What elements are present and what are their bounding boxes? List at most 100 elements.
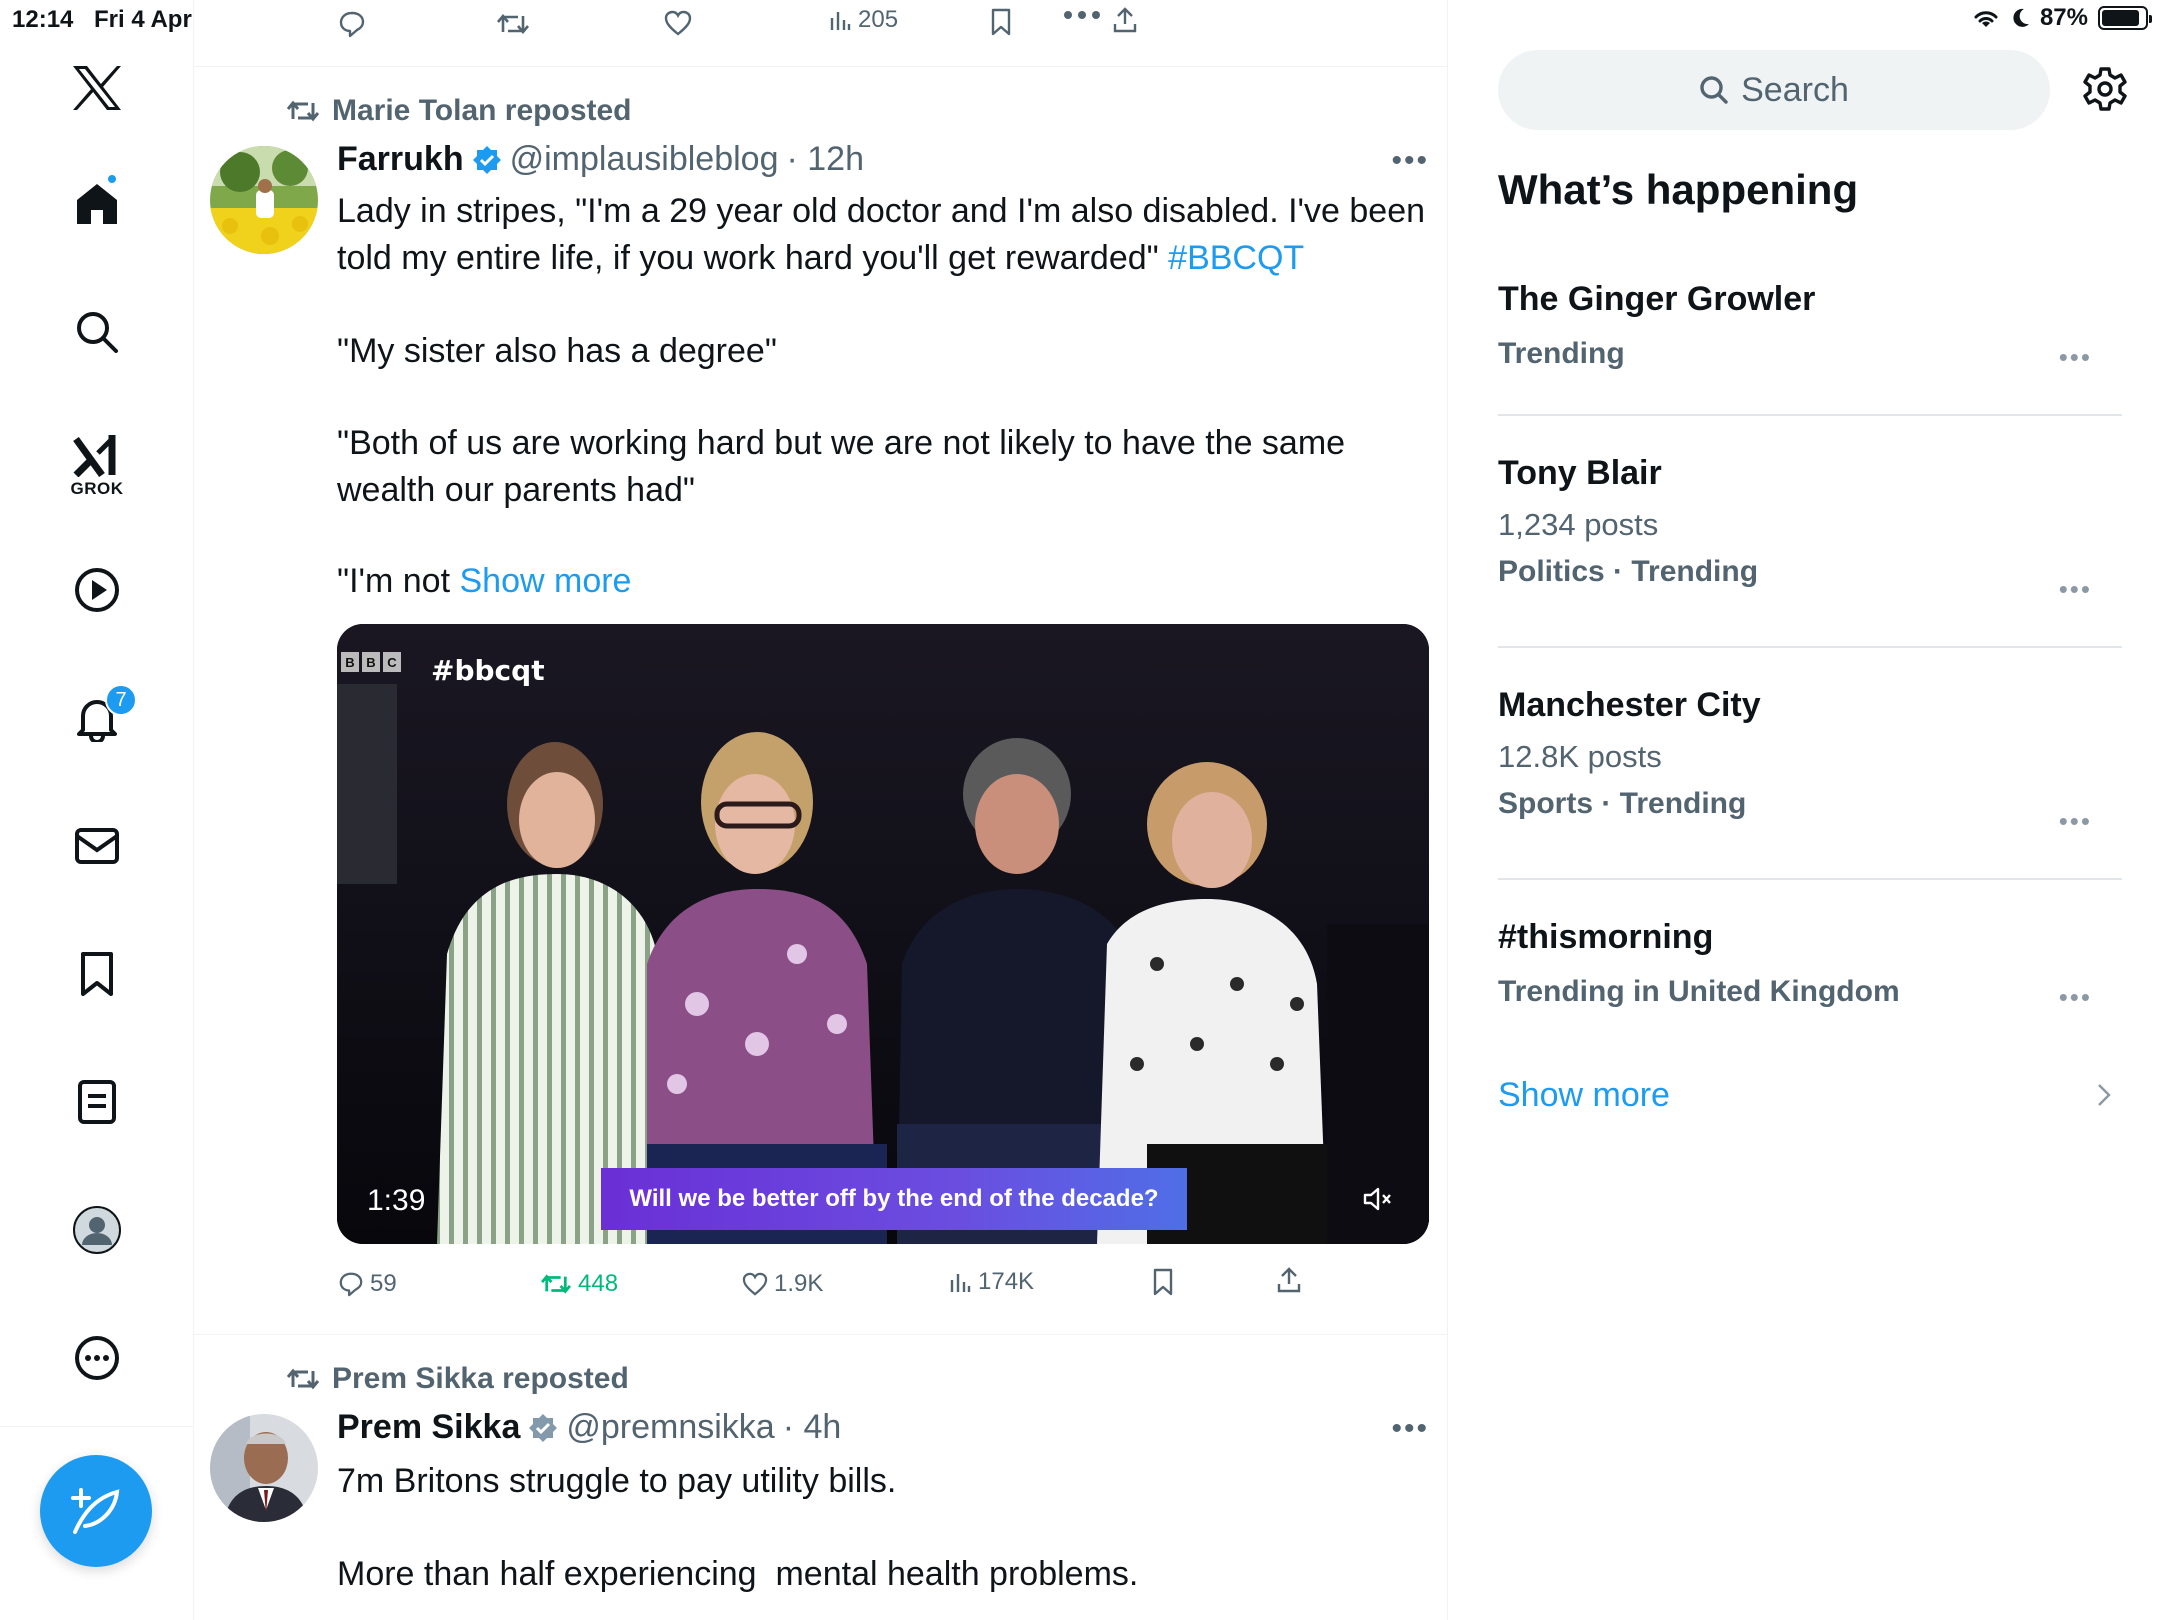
compose-post-button[interactable]: [40, 1455, 152, 1567]
video-frame: [337, 624, 1429, 1244]
timeline-feed: 205 Marie Tolan reposted Farrukh @implau…: [194, 0, 1448, 1620]
bookmark-icon: [991, 8, 1011, 36]
grok-label: GROK: [70, 479, 124, 498]
trends-show-more-link[interactable]: Show more: [1498, 1076, 1670, 1115]
bookmark-button[interactable]: [1152, 1268, 1174, 1296]
trend-meta: Sports · Trending: [1498, 787, 1747, 820]
prev-bookmark-button[interactable]: [990, 8, 1012, 36]
avatar[interactable]: [210, 146, 318, 254]
prev-like-button[interactable]: [664, 10, 692, 36]
trend-more-icon[interactable]: •••: [2059, 342, 2092, 373]
author-handle[interactable]: @premnsikka: [566, 1408, 774, 1447]
trend-item[interactable]: The Ginger Growler Trending •••: [1498, 280, 2122, 373]
bbc-logo: B B C: [341, 652, 401, 672]
tweet-more-icon[interactable]: •••: [1391, 144, 1429, 178]
trend-divider: [1498, 646, 2122, 648]
mute-icon[interactable]: [1363, 1186, 1393, 1212]
bookmarks-icon[interactable]: [65, 942, 129, 1006]
trend-name: Tony Blair: [1498, 454, 1662, 492]
share-icon: [1113, 7, 1137, 33]
prev-share-button[interactable]: [1112, 6, 1138, 34]
moon-icon: [2013, 8, 2029, 27]
repost-by-label: Marie Tolan reposted: [332, 94, 632, 127]
hashtag-link[interactable]: #BBCQT: [1168, 239, 1304, 277]
tweet-divider: [194, 66, 1448, 67]
reply-button[interactable]: 59: [338, 1270, 397, 1298]
more-dots-icon: [1064, 11, 1100, 19]
views-button[interactable]: 174K: [948, 1268, 1034, 1296]
grok-icon[interactable]: [65, 422, 129, 486]
author-name[interactable]: Prem Sikka: [337, 1408, 520, 1447]
repost-icon: [286, 100, 320, 122]
video-duration: 1:39: [367, 1184, 426, 1217]
like-button[interactable]: 1.9K: [742, 1270, 823, 1298]
search-input[interactable]: Search: [1498, 50, 2050, 130]
status-indicators: 87%: [1972, 4, 2152, 32]
more-options-icon[interactable]: [65, 1326, 129, 1390]
trend-meta: Trending in United Kingdom: [1498, 975, 1900, 1008]
home-unread-dot: [106, 173, 118, 185]
repost-indicator: Prem Sikka reposted: [286, 1362, 629, 1396]
messages-envelope-icon[interactable]: [65, 814, 129, 878]
tweet-text-para3: "Both of us are working hard but we are …: [337, 424, 1355, 509]
trend-more-icon[interactable]: •••: [2059, 982, 2092, 1013]
prev-views-count: 205: [858, 6, 899, 33]
repost-count: 448: [578, 1270, 619, 1297]
video-player[interactable]: B B C #bbcqt 1:39 Will we be better off …: [337, 624, 1429, 1244]
tweet-text-part4: "I'm not: [337, 562, 460, 600]
repost-icon: [286, 1368, 320, 1390]
trend-name: Manchester City: [1498, 686, 1761, 724]
profile-avatar-icon[interactable]: [65, 1198, 129, 1262]
repost-icon: [541, 1274, 571, 1294]
tweet-timestamp[interactable]: · 4h: [783, 1408, 842, 1447]
prev-reply-button[interactable]: [338, 10, 366, 38]
trend-item[interactable]: Manchester City 12.8K posts Sports · Tre…: [1498, 686, 2122, 836]
search-icon[interactable]: [65, 300, 129, 364]
heart-icon: [742, 1272, 768, 1296]
prev-views[interactable]: 205: [828, 6, 898, 34]
wifi-icon: [1974, 11, 1998, 27]
author-handle[interactable]: @implausibleblog: [510, 140, 779, 179]
trend-item[interactable]: #thismorning Trending in United Kingdom …: [1498, 918, 2122, 1012]
notifications-bell-icon[interactable]: 7: [65, 684, 137, 750]
author-name[interactable]: Farrukh: [337, 140, 464, 179]
prev-more-button[interactable]: [1062, 8, 1102, 22]
trend-more-icon[interactable]: •••: [2059, 574, 2092, 605]
repost-by-label: Prem Sikka reposted: [332, 1362, 629, 1395]
home-icon[interactable]: [65, 172, 129, 236]
trend-posts: 1,234 posts: [1498, 507, 1659, 542]
trend-divider: [1498, 414, 2122, 416]
tweet-timestamp[interactable]: · 12h: [786, 140, 864, 179]
views-count: 174K: [978, 1268, 1035, 1295]
tweet-header: Prem Sikka @premnsikka · 4h: [337, 1408, 841, 1447]
video-hashtag: #bbcqt: [431, 654, 545, 687]
repost-button[interactable]: 448: [540, 1270, 618, 1298]
trend-more-icon[interactable]: •••: [2059, 806, 2092, 837]
prev-repost-button[interactable]: [496, 10, 530, 38]
search-icon: [1700, 76, 1728, 104]
avatar[interactable]: [210, 1414, 318, 1522]
tweet-text-para2: "My sister also has a degree": [337, 332, 777, 370]
trend-meta: Politics · Trending: [1498, 555, 1759, 588]
compose-feather-icon: [71, 1488, 120, 1534]
video-play-icon[interactable]: [65, 558, 129, 622]
share-icon: [1277, 1267, 1301, 1293]
bookmark-icon: [1153, 1268, 1173, 1296]
verified-badge-icon: [472, 145, 501, 174]
left-nav: GROK 7: [0, 0, 194, 1620]
tweet-text: 7m Britons struggle to pay utility bills…: [337, 1462, 897, 1500]
bbc-letter: B: [362, 652, 380, 672]
views-chart-icon: [830, 12, 851, 30]
share-button[interactable]: [1276, 1266, 1302, 1294]
tweet-divider: [194, 1334, 1448, 1335]
settings-gear-icon[interactable]: [2082, 66, 2128, 112]
tweet-more-icon[interactable]: •••: [1391, 1412, 1429, 1446]
show-more-link[interactable]: Show more: [460, 562, 632, 600]
x-logo-icon[interactable]: [65, 56, 129, 120]
lists-icon[interactable]: [65, 1070, 129, 1134]
trend-name: #thismorning: [1498, 918, 1714, 956]
reply-icon: [339, 11, 365, 38]
trend-item[interactable]: Tony Blair 1,234 posts Politics · Trendi…: [1498, 454, 2122, 604]
battery-percent: 87%: [2039, 4, 2088, 31]
tweet-text-para2: More than half experiencing mental healt…: [337, 1555, 1139, 1593]
